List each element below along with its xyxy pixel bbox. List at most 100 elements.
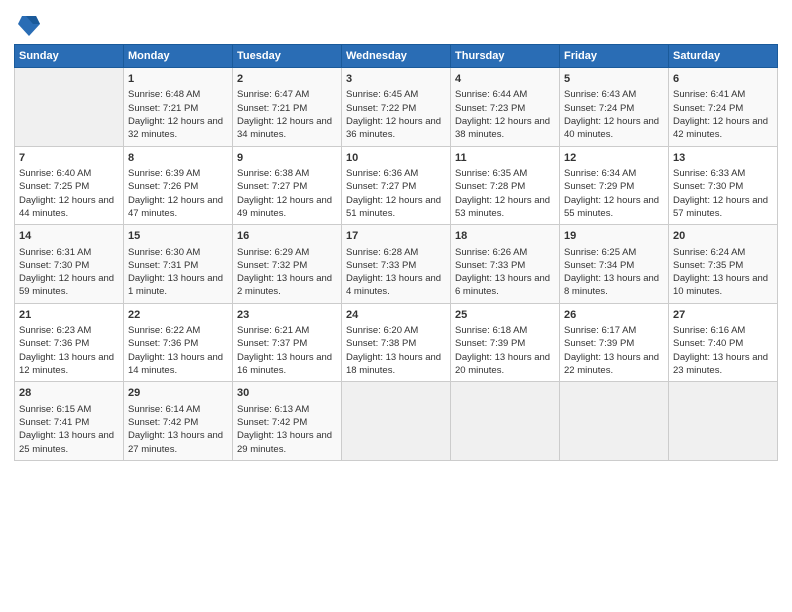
sunrise: Sunrise: 6:26 AM	[455, 247, 527, 258]
day-number: 19	[564, 229, 664, 244]
sunset: Sunset: 7:35 PM	[673, 260, 743, 271]
sunset: Sunset: 7:34 PM	[564, 260, 634, 271]
day-number: 26	[564, 308, 664, 323]
day-number: 11	[455, 151, 555, 166]
sunset: Sunset: 7:40 PM	[673, 338, 743, 349]
daylight: Daylight: 12 hours and 57 minutes.	[673, 195, 768, 219]
day-number: 7	[19, 151, 119, 166]
calendar-cell	[669, 382, 778, 461]
daylight: Daylight: 13 hours and 18 minutes.	[346, 352, 441, 376]
col-header-friday: Friday	[560, 45, 669, 68]
sunset: Sunset: 7:28 PM	[455, 181, 525, 192]
calendar-cell	[560, 382, 669, 461]
calendar-cell: 1Sunrise: 6:48 AMSunset: 7:21 PMDaylight…	[124, 68, 233, 147]
calendar-cell	[342, 382, 451, 461]
day-number: 28	[19, 386, 119, 401]
sunset: Sunset: 7:27 PM	[237, 181, 307, 192]
col-header-thursday: Thursday	[451, 45, 560, 68]
sunrise: Sunrise: 6:13 AM	[237, 404, 309, 415]
sunset: Sunset: 7:29 PM	[564, 181, 634, 192]
sunset: Sunset: 7:33 PM	[455, 260, 525, 271]
sunrise: Sunrise: 6:31 AM	[19, 247, 91, 258]
calendar-cell: 6Sunrise: 6:41 AMSunset: 7:24 PMDaylight…	[669, 68, 778, 147]
sunrise: Sunrise: 6:29 AM	[237, 247, 309, 258]
daylight: Daylight: 13 hours and 1 minute.	[128, 273, 223, 297]
sunrise: Sunrise: 6:22 AM	[128, 325, 200, 336]
calendar-cell: 8Sunrise: 6:39 AMSunset: 7:26 PMDaylight…	[124, 146, 233, 225]
sunrise: Sunrise: 6:40 AM	[19, 168, 91, 179]
daylight: Daylight: 12 hours and 38 minutes.	[455, 116, 550, 140]
header-row: SundayMondayTuesdayWednesdayThursdayFrid…	[15, 45, 778, 68]
day-number: 29	[128, 386, 228, 401]
calendar-cell: 22Sunrise: 6:22 AMSunset: 7:36 PMDayligh…	[124, 303, 233, 382]
sunrise: Sunrise: 6:45 AM	[346, 89, 418, 100]
sunset: Sunset: 7:41 PM	[19, 417, 89, 428]
sunrise: Sunrise: 6:39 AM	[128, 168, 200, 179]
calendar-cell: 18 Sunrise: 6:26 AM Sunset: 7:33 PM Dayligh…	[451, 225, 560, 304]
calendar-cell: 16Sunrise: 6:29 AMSunset: 7:32 PMDayligh…	[233, 225, 342, 304]
daylight: Daylight: 12 hours and 32 minutes.	[128, 116, 223, 140]
sunrise: Sunrise: 6:36 AM	[346, 168, 418, 179]
sunset: Sunset: 7:37 PM	[237, 338, 307, 349]
daylight: Daylight: 13 hours and 29 minutes.	[237, 430, 332, 454]
calendar-cell: 14Sunrise: 6:31 AMSunset: 7:30 PMDayligh…	[15, 225, 124, 304]
calendar-cell	[451, 382, 560, 461]
col-header-saturday: Saturday	[669, 45, 778, 68]
calendar-cell: 17Sunrise: 6:28 AMSunset: 7:33 PMDayligh…	[342, 225, 451, 304]
col-header-tuesday: Tuesday	[233, 45, 342, 68]
calendar-cell: 24Sunrise: 6:20 AMSunset: 7:38 PMDayligh…	[342, 303, 451, 382]
day-number: 25	[455, 308, 555, 323]
daylight: Daylight: 13 hours and 4 minutes.	[346, 273, 441, 297]
day-number: 1	[128, 72, 228, 87]
sunset: Sunset: 7:39 PM	[564, 338, 634, 349]
day-number: 9	[237, 151, 337, 166]
col-header-sunday: Sunday	[15, 45, 124, 68]
day-number: 4	[455, 72, 555, 87]
day-number: 22	[128, 308, 228, 323]
calendar-table: SundayMondayTuesdayWednesdayThursdayFrid…	[14, 44, 778, 461]
sunrise: Sunrise: 6:44 AM	[455, 89, 527, 100]
daylight: Daylight: 13 hours and 27 minutes.	[128, 430, 223, 454]
calendar-cell: 3Sunrise: 6:45 AMSunset: 7:22 PMDaylight…	[342, 68, 451, 147]
sunrise: Sunrise: 6:14 AM	[128, 404, 200, 415]
sunset: Sunset: 7:24 PM	[673, 103, 743, 114]
daylight: Daylight: 13 hours and 6 minutes.	[455, 273, 550, 297]
daylight: Daylight: 13 hours and 23 minutes.	[673, 352, 768, 376]
sunset: Sunset: 7:39 PM	[455, 338, 525, 349]
sunset: Sunset: 7:42 PM	[128, 417, 198, 428]
sunset: Sunset: 7:38 PM	[346, 338, 416, 349]
calendar-cell: 4Sunrise: 6:44 AMSunset: 7:23 PMDaylight…	[451, 68, 560, 147]
day-number: 6	[673, 72, 773, 87]
day-number: 21	[19, 308, 119, 323]
calendar-cell: 23Sunrise: 6:21 AMSunset: 7:37 PMDayligh…	[233, 303, 342, 382]
sunset: Sunset: 7:36 PM	[19, 338, 89, 349]
sunset: Sunset: 7:24 PM	[564, 103, 634, 114]
logo-icon	[18, 10, 40, 38]
daylight: Daylight: 12 hours and 42 minutes.	[673, 116, 768, 140]
calendar-cell	[15, 68, 124, 147]
calendar-cell: 26Sunrise: 6:17 AMSunset: 7:39 PMDayligh…	[560, 303, 669, 382]
calendar-cell: 21Sunrise: 6:23 AMSunset: 7:36 PMDayligh…	[15, 303, 124, 382]
day-number: 17	[346, 229, 446, 244]
sunrise: Sunrise: 6:30 AM	[128, 247, 200, 258]
sunset: Sunset: 7:30 PM	[19, 260, 89, 271]
calendar-cell: 10Sunrise: 6:36 AMSunset: 7:27 PMDayligh…	[342, 146, 451, 225]
daylight: Daylight: 12 hours and 51 minutes.	[346, 195, 441, 219]
calendar-cell: 19Sunrise: 6:25 AMSunset: 7:34 PMDayligh…	[560, 225, 669, 304]
day-number: 18	[455, 229, 555, 244]
sunset: Sunset: 7:27 PM	[346, 181, 416, 192]
sunrise: Sunrise: 6:35 AM	[455, 168, 527, 179]
calendar-cell: 5Sunrise: 6:43 AMSunset: 7:24 PMDaylight…	[560, 68, 669, 147]
day-number: 2	[237, 72, 337, 87]
calendar-cell: 13Sunrise: 6:33 AMSunset: 7:30 PMDayligh…	[669, 146, 778, 225]
daylight: Daylight: 12 hours and 55 minutes.	[564, 195, 659, 219]
day-number: 24	[346, 308, 446, 323]
daylight: Daylight: 12 hours and 49 minutes.	[237, 195, 332, 219]
daylight: Daylight: 13 hours and 12 minutes.	[19, 352, 114, 376]
calendar-cell: 2Sunrise: 6:47 AMSunset: 7:21 PMDaylight…	[233, 68, 342, 147]
sunset: Sunset: 7:33 PM	[346, 260, 416, 271]
sunset: Sunset: 7:22 PM	[346, 103, 416, 114]
day-number: 30	[237, 386, 337, 401]
calendar-row: 14Sunrise: 6:31 AMSunset: 7:30 PMDayligh…	[15, 225, 778, 304]
day-number: 27	[673, 308, 773, 323]
